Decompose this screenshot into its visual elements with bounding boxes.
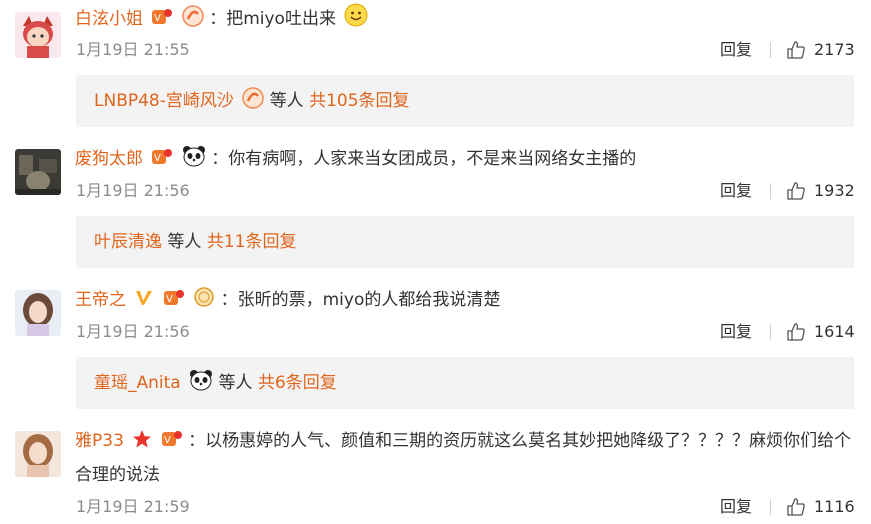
username[interactable]: 白泫小姐 [75,9,143,29]
like-button[interactable]: 2173 [786,40,855,60]
divider [770,324,771,340]
thumbs-up-icon [787,498,805,516]
comment-text: ：张昕的票，miyo的人都给我说清楚 [220,290,501,310]
timestamp: 1月19日 21:59 [76,497,190,516]
comment-line: 王帝之 V ：张昕的票，miyo的人都给我说清楚 [75,285,855,318]
like-button[interactable]: 1116 [786,497,855,517]
reply-button[interactable]: 回复 [720,497,752,517]
fan-badge-icon[interactable] [182,5,204,37]
avatar-image [15,149,61,195]
reply-summary[interactable]: 叶辰清逸 等人 共11条回复 [76,216,854,268]
comment-text: ：把miyo吐出来 [209,9,336,29]
member-badge-icon[interactable]: V [151,147,173,177]
verified-v-icon[interactable] [134,288,154,318]
like-count: 1932 [814,181,855,200]
like-button[interactable]: 1614 [786,322,855,342]
reply-count[interactable]: 共6条回复 [258,373,337,393]
like-count: 1614 [814,322,855,341]
avatar[interactable] [15,431,61,477]
reply-count[interactable]: 共11条回复 [207,232,297,252]
comment-line: 雅P33 V ：以杨惠婷的人气、颜值和三期的资历就这么莫名其妙把她降级了？？？？… [75,426,855,491]
svg-text:V: V [154,13,161,24]
reply-mid: 等人 [269,91,304,111]
avatar[interactable] [15,290,61,336]
avatar[interactable] [15,12,61,58]
reply-names[interactable]: LNBP48-宫崎风沙 [94,91,234,111]
svg-text:V: V [154,153,161,164]
reply-button[interactable]: 回复 [720,322,752,342]
avatar-image [15,431,61,477]
timestamp: 1月19日 21:55 [76,40,190,59]
member-badge-icon[interactable]: V [151,7,173,37]
username[interactable]: 王帝之 [75,290,126,310]
divider [770,42,771,58]
comment-text: ：你有病啊，人家来当女团成员，不是来当网络女主播的 [211,149,637,169]
avatar-image [15,12,61,58]
username[interactable]: 废狗太郎 [75,149,143,169]
reply-button[interactable]: 回复 [720,181,752,201]
member-badge-icon[interactable]: V [161,429,183,460]
reply-mid: 等人 [218,373,253,393]
reply-summary[interactable]: LNBP48-宫崎风沙 等人 共105条回复 [76,75,854,127]
reply-button[interactable]: 回复 [720,40,752,60]
reply-count[interactable]: 共105条回复 [309,91,409,111]
smile-emoji-icon [344,3,368,37]
username[interactable]: 雅P33 [75,431,124,451]
fan-badge-icon [242,78,265,130]
member-badge-icon[interactable]: V [163,288,185,318]
comment-line: 废狗太郎 V ：你有病啊，人家来当女团成员，不是来当网络女主播的 [75,144,855,177]
svg-text:V: V [166,294,173,305]
timestamp: 1月19日 21:56 [76,322,190,341]
thumbs-up-icon [787,41,805,59]
like-count: 1116 [814,497,855,516]
reply-mid: 等人 [167,232,202,252]
comment-line: 白泫小姐 V ：把miyo吐出来 [75,3,855,37]
avatar-image [15,290,61,336]
svg-text:V: V [164,435,171,446]
like-button[interactable]: 1932 [786,181,855,201]
panda-badge-icon[interactable] [182,145,206,177]
comment-text: ：以杨惠婷的人气、颜值和三期的资历就这么莫名其妙把她降级了？？？？麻烦你们给个合… [75,431,852,485]
reply-names[interactable]: 叶辰清逸 [94,232,162,252]
avatar[interactable] [15,149,61,195]
reply-names[interactable]: 童瑶_Anita [94,373,181,393]
panda-badge-icon [189,360,213,412]
thumbs-up-icon [787,323,805,341]
star-badge-icon[interactable] [132,429,152,460]
reply-summary[interactable]: 童瑶_Anita 等人 共6条回复 [76,357,854,409]
timestamp: 1月19日 21:56 [76,181,190,200]
thumbs-up-icon [787,182,805,200]
like-count: 2173 [814,40,855,59]
divider [770,183,771,199]
medal-badge-icon[interactable] [193,286,215,318]
divider [770,499,771,515]
